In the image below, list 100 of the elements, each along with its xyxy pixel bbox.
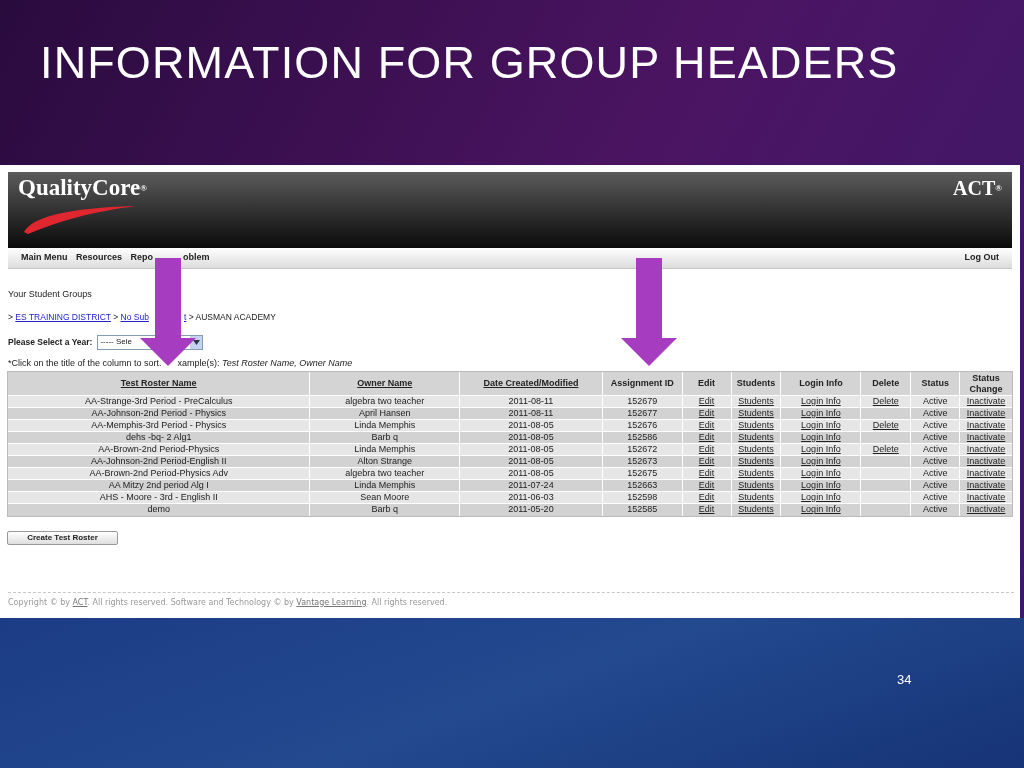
students-link[interactable]: Students (738, 406, 774, 421)
edit-link[interactable]: Edit (698, 503, 715, 517)
column-header[interactable]: Test Roster Name (120, 378, 197, 389)
column-header: Status (921, 378, 949, 389)
table-cell-text: Active (922, 466, 948, 480)
delete-link[interactable]: Delete (872, 418, 899, 433)
login-info-link[interactable]: Login Info (801, 454, 841, 469)
edit-link[interactable]: Edit (698, 454, 715, 469)
table-cell-text: AA-Strange-3rd Period - PreCalculus (84, 394, 233, 408)
inactivate-link[interactable]: Inactivate (966, 503, 1006, 517)
breadcrumb-link[interactable]: ES TRAINING DISTRICT (15, 311, 111, 322)
logout-link[interactable]: Log Out (964, 251, 999, 265)
column-header: Login Info (799, 378, 843, 389)
table-cell-text: Alton Strange (357, 454, 412, 468)
students-link[interactable]: Students (738, 442, 774, 457)
table-cell: 152585 (627, 503, 658, 517)
inactivate-link[interactable]: Inactivate (966, 478, 1006, 493)
table-cell-text: 2011-08-11 (508, 394, 554, 408)
login-info-link[interactable]: Login Info (801, 430, 841, 445)
login-info-link[interactable]: Login Info (801, 406, 841, 421)
table-cell-text: 152586 (627, 430, 658, 444)
table-cell-text: 152679 (627, 394, 658, 408)
edit-link[interactable]: Edit (698, 490, 715, 505)
inactivate-link[interactable]: Inactivate (966, 490, 1006, 505)
down-arrow-icon (621, 258, 677, 366)
table-cell-text: 2011-08-11 (508, 406, 554, 420)
login-info-link[interactable]: Login Info (801, 466, 841, 481)
slide-title: INFORMATION FOR GROUP HEADERS (40, 40, 899, 85)
column-header: Students (736, 378, 776, 389)
edit-link[interactable]: Edit (698, 418, 715, 433)
login-info-link[interactable]: Login Info (801, 478, 841, 493)
table-cell-text: 152672 (627, 442, 658, 456)
column-header: Status Change (968, 372, 1004, 395)
column-header[interactable]: Owner Name (357, 378, 413, 389)
page-heading: Your Student Groups (8, 287, 92, 301)
login-info-link[interactable]: Login Info (801, 442, 841, 457)
table-cell-text: Sean Moore (360, 490, 410, 504)
edit-link[interactable]: Edit (698, 406, 715, 421)
nav-link[interactable]: Main Menu (21, 251, 68, 265)
sort-hint: *Click on the title of the column to sort. (8, 357, 162, 371)
table-cell-text: 2011-06-03 (508, 490, 554, 504)
table-cell-text: AA-Johnson-2nd Period - Physics (91, 406, 226, 420)
table-cell-text: 152673 (627, 454, 658, 468)
page-number: 34 (897, 671, 912, 689)
edit-link[interactable]: Edit (698, 430, 715, 445)
table-cell-text: Linda Memphis (354, 418, 416, 432)
table-cell-text: AA-Memphis-3rd Period - Physics (91, 418, 227, 432)
students-link[interactable]: Students (738, 478, 774, 493)
table-cell-text: Active (922, 418, 948, 432)
students-link[interactable]: Students (738, 503, 774, 517)
edit-link[interactable]: Edit (698, 442, 715, 457)
table-cell: Active (922, 503, 948, 517)
table-cell: Barb q (371, 503, 398, 517)
edit-link[interactable]: Edit (698, 478, 715, 493)
students-link[interactable]: Students (738, 466, 774, 481)
login-info-link[interactable]: Login Info (801, 503, 841, 517)
breadcrumb-link[interactable]: No Sub (120, 311, 149, 322)
students-link[interactable]: Students (738, 394, 774, 409)
inactivate-link[interactable]: Inactivate (966, 466, 1006, 481)
inactivate-link[interactable]: Inactivate (966, 442, 1006, 457)
table-cell-text: algebra two teacher (345, 466, 425, 480)
table-cell-text: 2011-08-05 (508, 418, 554, 432)
inactivate-link[interactable]: Inactivate (966, 430, 1006, 445)
column-header: Delete (872, 378, 900, 389)
inactivate-link[interactable]: Inactivate (966, 418, 1006, 433)
table-cell-text: Active (922, 454, 948, 468)
table-cell-text: April Hansen (358, 406, 411, 420)
edit-link[interactable]: Edit (698, 466, 715, 481)
breadcrumb-link[interactable]: t (183, 311, 187, 322)
table-cell-text: 2011-08-05 (508, 466, 554, 480)
year-label: Please Select a Year: (8, 335, 93, 349)
nav-link[interactable]: Resources (76, 251, 122, 265)
inactivate-link[interactable]: Inactivate (966, 394, 1006, 409)
edit-link[interactable]: Edit (698, 394, 715, 409)
inactivate-link[interactable]: Inactivate (966, 406, 1006, 421)
login-info-link[interactable]: Login Info (801, 490, 841, 505)
column-header: Edit (698, 378, 716, 389)
students-link[interactable]: Students (738, 454, 774, 469)
nav-link[interactable]: oblem (183, 251, 210, 265)
table-cell-text: Active (922, 406, 948, 420)
students-link[interactable]: Students (738, 418, 774, 433)
table-cell-text: algebra two teacher (345, 394, 425, 408)
table-cell-text: AA-Brown-2nd Period-Physics Adv (89, 466, 228, 480)
inactivate-link[interactable]: Inactivate (966, 454, 1006, 469)
column-header: Assignment ID (610, 378, 674, 389)
delete-link[interactable]: Delete (872, 394, 899, 409)
table-cell-text: 2011-07-24 (508, 478, 554, 492)
create-test-roster-button[interactable]: Create Test Roster (7, 531, 118, 545)
nav-link[interactable]: Repo (130, 251, 153, 265)
table-cell-text: 152676 (627, 418, 658, 432)
login-info-link[interactable]: Login Info (801, 394, 841, 409)
table-cell-text: AHS - Moore - 3rd - English II (99, 490, 218, 504)
students-link[interactable]: Students (738, 430, 774, 445)
brand-logo: ACT$^{®}$ (953, 178, 1002, 200)
breadcrumb: t > AUSMAN ACADEMY (183, 310, 276, 324)
column-header[interactable]: Date Created/Modified (483, 378, 579, 389)
login-info-link[interactable]: Login Info (801, 418, 841, 433)
students-link[interactable]: Students (738, 490, 774, 505)
table-cell-text: Active (922, 490, 948, 504)
delete-link[interactable]: Delete (872, 442, 899, 457)
